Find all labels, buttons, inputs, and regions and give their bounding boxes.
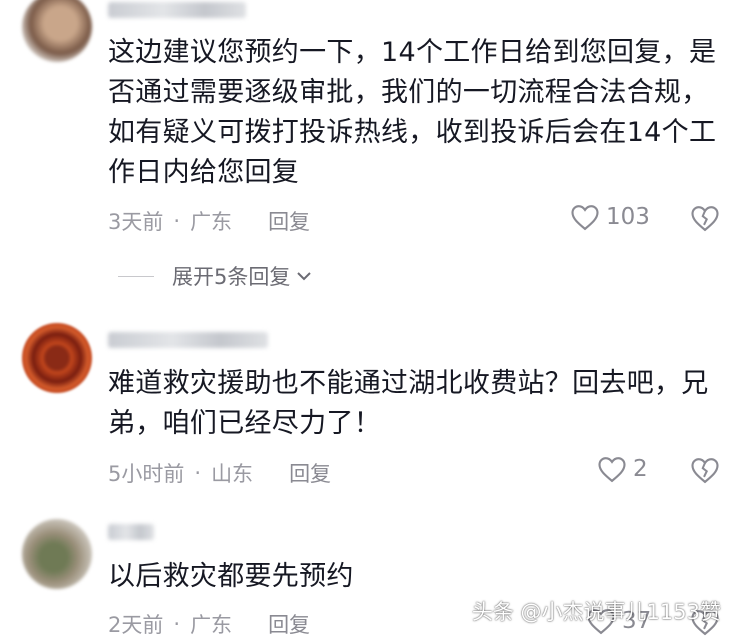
comment-text: 以后救灾都要先预约 xyxy=(108,561,354,592)
like-count: 2 xyxy=(633,456,648,482)
expand-divider xyxy=(118,275,154,277)
reply-button[interactable]: 回复 xyxy=(268,609,310,639)
comment-text: 这边建议您预约一下，14个工作日给到您回复，是否通过需要逐级审批，我们的一切流程… xyxy=(108,37,717,188)
like-button[interactable]: 103 xyxy=(570,203,650,231)
watermark: 头条 @小杰说事儿1153赞 xyxy=(471,600,721,624)
chevron-down-icon xyxy=(297,272,312,281)
comment-location: 广东 xyxy=(190,613,233,637)
reply-button[interactable]: 回复 xyxy=(289,458,331,488)
avatar[interactable] xyxy=(22,0,92,62)
comment-location: 广东 xyxy=(190,210,233,234)
expand-replies-button[interactable]: 展开5条回复 xyxy=(118,261,312,291)
comment-meta: 2天前 · 广东 回复 xyxy=(108,609,310,639)
comment-meta: 5小时前 · 山东 回复 xyxy=(108,458,331,488)
heart-outline-icon xyxy=(571,205,599,231)
comment-time: 2天前 xyxy=(108,613,164,637)
like-count: 103 xyxy=(606,204,650,230)
avatar[interactable] xyxy=(22,519,92,589)
comment-meta: 3天前 · 广东 回复 xyxy=(108,206,310,236)
reply-button[interactable]: 回复 xyxy=(268,206,310,236)
comment-time: 3天前 xyxy=(108,210,164,234)
dislike-button[interactable] xyxy=(690,204,720,236)
username-blurred[interactable] xyxy=(108,332,268,348)
meta-separator: · xyxy=(194,461,202,485)
meta-separator: · xyxy=(173,209,181,233)
heart-outline-icon xyxy=(598,457,626,483)
comment-location: 山东 xyxy=(211,462,254,486)
meta-separator: · xyxy=(173,612,181,636)
avatar[interactable] xyxy=(22,323,92,393)
comment-item: 这边建议您预约一下，14个工作日给到您回复，是否通过需要逐级审批，我们的一切流程… xyxy=(0,0,739,300)
like-button[interactable]: 2 xyxy=(597,455,648,483)
dislike-button[interactable] xyxy=(690,456,720,488)
username-blurred[interactable] xyxy=(108,524,154,540)
comment-text: 难道救灾援助也不能通过湖北收费站？回去吧，兄弟，咱们已经尽力了！ xyxy=(108,368,709,439)
comment-time: 5小时前 xyxy=(108,462,185,486)
broken-heart-icon xyxy=(691,206,719,232)
broken-heart-icon xyxy=(691,458,719,484)
expand-replies-label: 展开5条回复 xyxy=(172,265,291,289)
username-blurred[interactable] xyxy=(108,2,246,18)
comment-item: 难道救灾援助也不能通过湖北收费站？回去吧，兄弟，咱们已经尽力了！ 5小时前 · … xyxy=(0,310,739,500)
